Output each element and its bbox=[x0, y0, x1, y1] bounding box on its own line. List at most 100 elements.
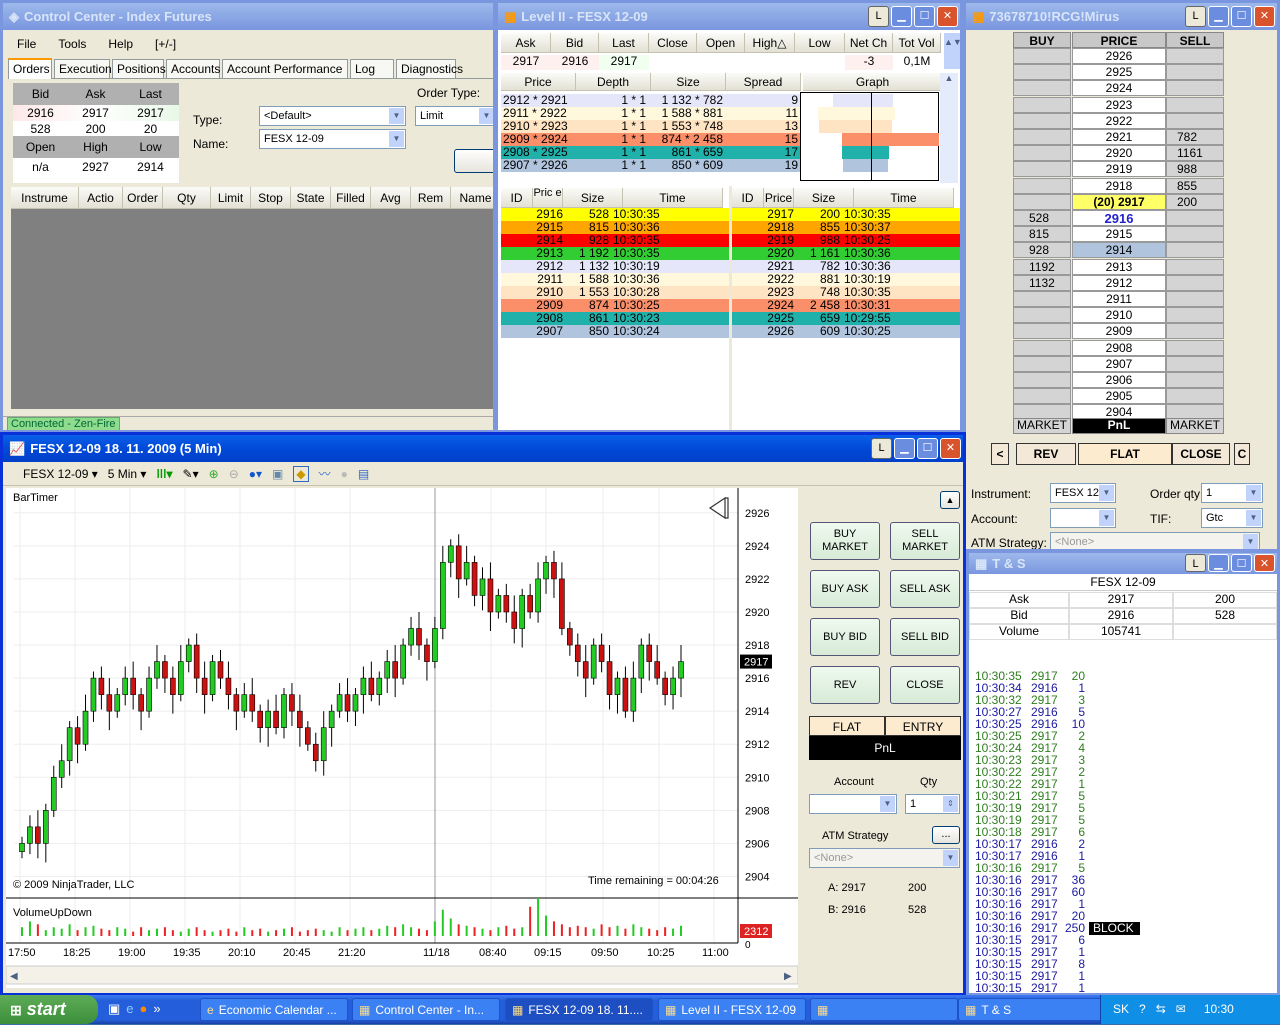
summary-header[interactable]: Ask bbox=[501, 33, 551, 53]
minimize-button[interactable]: ▁ bbox=[894, 438, 915, 459]
chart-sell-bid-button[interactable]: SELL BID bbox=[890, 618, 960, 656]
indicators-icon[interactable]: 〰 bbox=[319, 465, 331, 482]
orders-grid[interactable] bbox=[11, 209, 493, 409]
dom-sell-cell[interactable]: 1161 bbox=[1166, 145, 1224, 162]
chart-atm-select[interactable]: <None> ▼ bbox=[809, 848, 960, 868]
side-header[interactable]: Size bbox=[563, 188, 623, 208]
dom-buy-cell[interactable]: 928 bbox=[1013, 242, 1071, 259]
chart-trader-icon[interactable]: ◆ bbox=[293, 465, 309, 482]
type-select[interactable]: <Default> ▼ bbox=[259, 106, 406, 126]
column-header[interactable]: Avg bbox=[371, 187, 411, 209]
chart-entry-button[interactable]: ENTRY bbox=[885, 716, 961, 736]
properties-icon[interactable]: ▣ bbox=[272, 467, 283, 481]
dom-buy-cell[interactable] bbox=[1013, 388, 1071, 405]
dom-price-cell[interactable]: 2920 bbox=[1072, 145, 1166, 162]
data-box-icon[interactable]: ▤ bbox=[358, 467, 369, 481]
dom-sell-cell[interactable] bbox=[1166, 372, 1224, 388]
book-header[interactable]: Price bbox=[501, 73, 576, 91]
chart-close-button[interactable]: CLOSE bbox=[890, 666, 960, 704]
summary-header[interactable]: High△ bbox=[745, 33, 795, 53]
dom-price-cell[interactable]: 2909 bbox=[1072, 323, 1166, 340]
dom-buy-cell[interactable] bbox=[1013, 96, 1071, 113]
dom-price-cell[interactable]: 2915 bbox=[1072, 226, 1166, 243]
chart-rev-button[interactable]: REV bbox=[810, 666, 880, 704]
instrument-dropdown[interactable]: FESX 12-09 ▾ bbox=[23, 467, 98, 481]
side-header[interactable]: ID bbox=[732, 188, 764, 208]
column-header[interactable]: Instrume bbox=[11, 187, 79, 209]
drawing-tool-icon[interactable]: ✎▾ bbox=[183, 467, 199, 481]
tif-select[interactable]: Gtc ▼ bbox=[1201, 508, 1263, 528]
book-header[interactable]: Depth bbox=[576, 73, 651, 91]
dom-buy-cell[interactable]: 528 bbox=[1013, 210, 1071, 226]
link-button[interactable]: L bbox=[1185, 554, 1206, 572]
dom-sell-cell[interactable] bbox=[1166, 48, 1224, 64]
chart-account-select[interactable]: ▼ bbox=[809, 794, 897, 814]
dom-buy-cell[interactable] bbox=[1013, 355, 1071, 372]
dom-buy-cell[interactable] bbox=[1013, 64, 1071, 81]
dom-buy-cell[interactable] bbox=[1013, 112, 1071, 129]
instrument-select[interactable]: FESX 12- ▼ bbox=[1050, 483, 1116, 503]
dom-sell-cell[interactable] bbox=[1166, 323, 1224, 340]
menu-tools[interactable]: Tools bbox=[58, 33, 86, 55]
dom-buy-cell[interactable] bbox=[1013, 177, 1071, 194]
chart-flat-button[interactable]: FLAT bbox=[809, 716, 885, 736]
dom-sell-cell[interactable] bbox=[1166, 355, 1224, 372]
dom-price-cell[interactable]: 2919 bbox=[1072, 161, 1166, 178]
column-header[interactable]: Rem bbox=[411, 187, 451, 209]
taskbar-item[interactable]: ▦ Control Center - In... bbox=[352, 998, 500, 1021]
dom-sell-cell[interactable] bbox=[1166, 339, 1224, 356]
dom-flat-button[interactable]: FLAT bbox=[1078, 443, 1172, 465]
ie-icon[interactable]: e bbox=[126, 1001, 139, 1016]
tab-diagnostics[interactable]: Diagnostics bbox=[396, 59, 463, 78]
taskbar-item[interactable]: ▦ FESX 12-09 18. 11.... bbox=[505, 998, 653, 1021]
mail-icon[interactable]: ✉ bbox=[1176, 995, 1186, 1024]
start-button[interactable]: ⊞ start bbox=[0, 995, 98, 1024]
dom-price-cell[interactable]: 2922 bbox=[1072, 112, 1166, 129]
dom-buy-cell[interactable]: 815 bbox=[1013, 226, 1071, 243]
summary-header[interactable]: Open bbox=[697, 33, 745, 53]
summary-scrollbar[interactable]: ▲▼ bbox=[944, 33, 960, 69]
column-header[interactable]: Limit bbox=[211, 187, 251, 209]
dom-buy-cell[interactable] bbox=[1013, 48, 1071, 64]
dom-price-cell[interactable]: 2918 bbox=[1072, 177, 1166, 194]
dom-market-buy[interactable]: MARKET bbox=[1013, 418, 1071, 434]
dom-sell-cell[interactable] bbox=[1166, 80, 1224, 97]
dom-price-cell[interactable]: 2914 bbox=[1072, 242, 1166, 259]
taskbar-item[interactable]: e Economic Calendar ... bbox=[200, 998, 348, 1021]
dom-price-cell[interactable]: 2913 bbox=[1072, 258, 1166, 275]
side-header[interactable]: Price bbox=[764, 188, 794, 208]
dom-buy-cell[interactable] bbox=[1013, 161, 1071, 178]
dom-sell-cell[interactable] bbox=[1166, 274, 1224, 291]
tab-accounts[interactable]: Accounts bbox=[166, 59, 220, 78]
dom-sell-cell[interactable]: 855 bbox=[1166, 177, 1224, 194]
dom-buy-cell[interactable]: 1192 bbox=[1013, 258, 1071, 275]
summary-header[interactable]: Last bbox=[599, 33, 649, 53]
dom-buy-cell[interactable] bbox=[1013, 339, 1071, 356]
dom-buy-cell[interactable]: 1132 bbox=[1013, 274, 1071, 291]
column-header[interactable]: Order bbox=[123, 187, 163, 209]
interval-dropdown[interactable]: 5 Min ▾ bbox=[108, 467, 147, 481]
column-header[interactable]: Name bbox=[451, 187, 493, 209]
dom-buy-cell[interactable] bbox=[1013, 145, 1071, 162]
book-header[interactable]: Size bbox=[651, 73, 726, 91]
maximize-button[interactable]: ☐ bbox=[1231, 6, 1252, 27]
dom-close-button[interactable]: CLOSE bbox=[1172, 443, 1230, 465]
menu-toggle[interactable]: [+/-] bbox=[155, 33, 176, 55]
tab-log[interactable]: Log bbox=[350, 59, 394, 78]
desktop-icon[interactable]: ▣ bbox=[108, 1001, 126, 1016]
side-header[interactable]: ID bbox=[501, 188, 533, 208]
order-type-select[interactable]: Limit ▼ bbox=[415, 106, 493, 126]
maximize-button[interactable]: ☐ bbox=[917, 438, 938, 459]
tab-positions[interactable]: Positions bbox=[112, 59, 166, 78]
dom-market-sell[interactable]: MARKET bbox=[1166, 418, 1224, 434]
summary-header[interactable]: Close bbox=[649, 33, 697, 53]
control-center-titlebar[interactable]: ◈ Control Center - Index Futures bbox=[3, 3, 493, 30]
close-button[interactable]: ✕ bbox=[940, 438, 961, 459]
maximize-button[interactable]: ☐ bbox=[914, 6, 935, 27]
dom-rev-button[interactable]: REV bbox=[1016, 443, 1076, 465]
menu-help[interactable]: Help bbox=[108, 33, 133, 55]
dom-price-cell[interactable]: (20) 2917 bbox=[1072, 193, 1166, 210]
column-header[interactable]: Actio bbox=[79, 187, 123, 209]
book-header[interactable]: Spread bbox=[726, 73, 801, 91]
summary-header[interactable]: Net Ch bbox=[845, 33, 893, 53]
